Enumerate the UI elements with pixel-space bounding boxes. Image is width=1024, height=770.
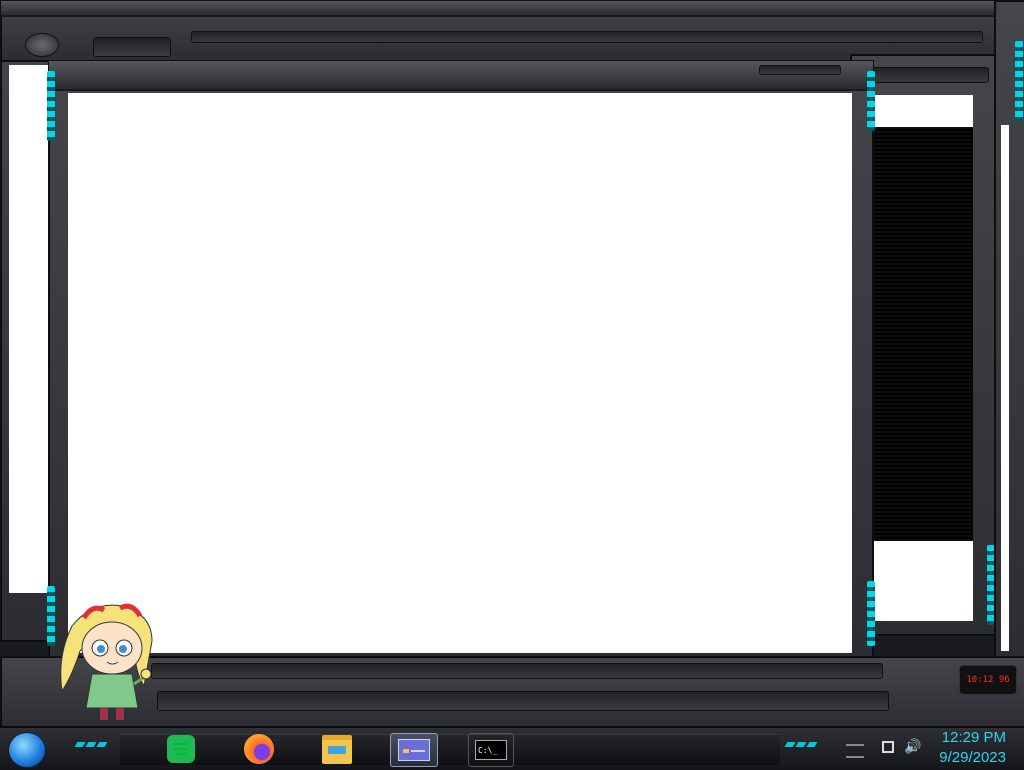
main-window-titlebar[interactable] — [49, 61, 873, 91]
accent-strip — [1015, 41, 1023, 121]
background-window-right-terminal-pane — [869, 127, 973, 541]
taskbar-file-explorer-button[interactable] — [316, 733, 358, 765]
clock-time: 12:29 PM — [941, 729, 1006, 746]
show-hidden-icons-button[interactable] — [846, 744, 864, 758]
taskbar-notes-button[interactable] — [160, 733, 202, 765]
folder-icon — [322, 734, 352, 764]
terminal-icon-text: C:\_ — [478, 745, 498, 755]
background-window-top[interactable] — [0, 0, 1002, 62]
mascot-character — [60, 603, 153, 720]
background-window-far-right[interactable] — [994, 0, 1024, 662]
readout-text: 10:12 96 — [966, 675, 1010, 685]
readout-widget: 10:12 96 — [959, 665, 1017, 695]
window-icon — [398, 739, 430, 761]
taskbar: C:\_ 🔊 12:29 PM 9/29/2023 — [0, 726, 1024, 770]
accent-strip — [867, 71, 875, 131]
taskbar-app-tray — [120, 734, 780, 765]
background-window-top-address — [191, 31, 983, 43]
network-icon[interactable] — [882, 741, 894, 753]
background-window-top-slot — [93, 37, 171, 57]
taskbar-firefox-button[interactable] — [238, 733, 280, 765]
lower-panel-slot-top — [151, 663, 883, 679]
background-window-left-content — [9, 65, 51, 593]
firefox-icon — [244, 734, 274, 764]
terminal-icon: C:\_ — [475, 740, 507, 760]
lower-panel-slot-bottom — [157, 691, 889, 711]
background-window-right-titlebar-slot — [869, 67, 989, 83]
accent-strip — [867, 581, 875, 646]
main-window[interactable] — [47, 60, 875, 662]
notes-icon — [167, 735, 195, 763]
app-menu-icon[interactable] — [25, 33, 59, 57]
accent-strip — [47, 71, 55, 141]
main-window-content[interactable] — [68, 93, 852, 653]
system-clock[interactable]: 12:29 PM 9/29/2023 — [914, 728, 1024, 770]
accent-dots-left — [74, 742, 108, 747]
main-window-title-slot — [759, 65, 841, 75]
background-window-far-right-content — [1001, 125, 1009, 651]
clock-date: 9/29/2023 — [939, 749, 1006, 766]
background-window-right-content-top — [869, 95, 973, 127]
taskbar-control-panel-button[interactable] — [390, 733, 438, 767]
background-window-right-content-bottom — [869, 541, 973, 621]
accent-dots-right — [784, 742, 818, 747]
taskbar-command-prompt-button[interactable]: C:\_ — [468, 733, 514, 767]
start-button[interactable] — [8, 732, 46, 768]
background-window-top-titlebar[interactable] — [1, 1, 1001, 17]
